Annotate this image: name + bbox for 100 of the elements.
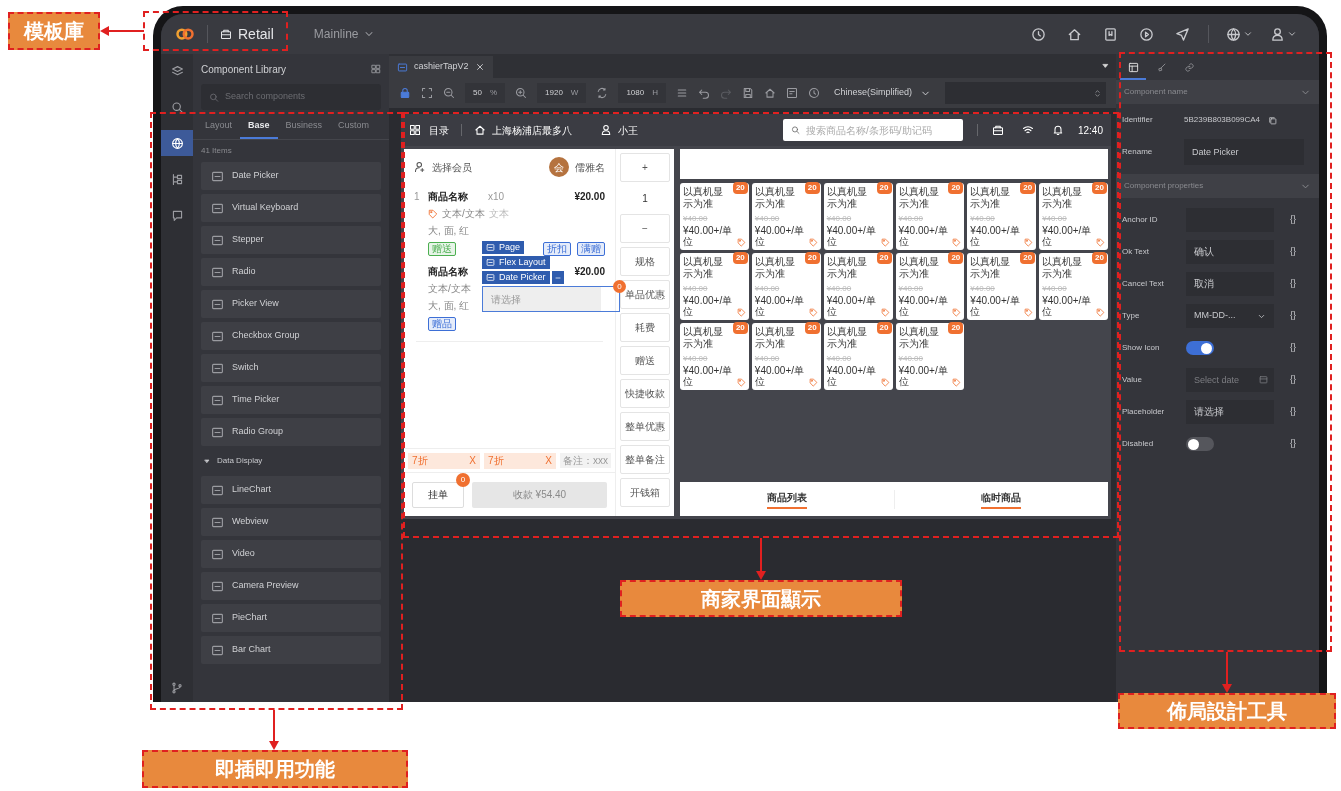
library-tab[interactable]: Custom [330,115,378,139]
component-item[interactable]: Switch [201,354,381,382]
align-button[interactable] [675,87,688,99]
action-button[interactable]: 耗费 [620,313,670,342]
toggle-switch[interactable] [1186,437,1214,451]
export-button[interactable] [785,87,798,99]
editor-tab[interactable]: cashierTapV2 [389,56,493,78]
product-card[interactable]: 以真机显示为准 20 ¥40.00 ¥40.00+/单位 [895,183,965,250]
component-item[interactable]: Webview [201,508,381,536]
component-item[interactable]: Picker View [201,290,381,318]
component-item[interactable]: Radio Group [201,418,381,446]
component-item[interactable]: PieChart [201,604,381,632]
rename-field[interactable]: Date Picker [1184,139,1304,165]
component-item[interactable]: Time Picker [201,386,381,414]
action-button[interactable]: 规格 [620,247,670,276]
branch-button[interactable] [171,682,183,694]
home-button[interactable] [763,87,776,99]
project-button[interactable]: Retail [220,23,274,45]
component-tab[interactable] [161,130,193,156]
fit-screen-button[interactable] [421,87,433,99]
zoom-field[interactable]: 50 % [465,83,506,103]
breadcrumb-item[interactable]: Date Picker [482,271,550,284]
breadcrumb-item[interactable]: Page [482,241,525,254]
action-button[interactable]: 整单优惠 [620,412,670,441]
text-field[interactable]: 取消 [1186,272,1274,296]
component-item[interactable]: LineChart [201,476,381,504]
field-label: Show Icon [1122,342,1161,354]
library-tab[interactable]: Base [240,115,278,139]
rotate-button[interactable] [596,87,609,99]
product-card[interactable]: 以真机显示为准 20 ¥40.00 ¥40.00+/单位 [751,183,821,250]
language-dropdown[interactable]: Chinese(Simplified) [829,86,935,100]
component-item[interactable]: Bar Chart [201,636,381,664]
zoom-out-button[interactable] [443,87,455,99]
binding-button[interactable]: {} [1290,405,1296,419]
library-tab[interactable]: Business [277,115,331,139]
search-input[interactable]: 搜索商品名称/条形码/助记码 [806,122,955,138]
product-card[interactable]: 以真机显示为准 20 ¥40.00 ¥40.00+/单位 [680,323,749,390]
store-button[interactable]: 上海杨浦店最多八 [474,122,572,138]
binding-button[interactable]: {} [1290,309,1296,323]
action-button[interactable]: 整单备注 [620,445,670,474]
library-tab[interactable]: Layout [197,115,241,139]
binding-button[interactable]: {} [1290,213,1296,227]
product-card[interactable]: 以真机显示为准 20 ¥40.00 ¥40.00+/单位 [895,253,965,320]
text-field[interactable]: 确认 [1186,240,1274,264]
product-search-field[interactable]: 搜索商品名称/条形码/助记码 [782,119,963,141]
product-card[interactable]: 以真机显示为准 20 ¥40.00 ¥40.00+/单位 [823,323,893,390]
action-button[interactable]: 开钱箱 [620,478,670,507]
branch-dropdown[interactable]: Mainline [313,25,375,43]
component-item[interactable]: Stepper [201,226,381,254]
history-button[interactable] [807,87,820,99]
product-card[interactable]: 以真机显示为准 20 ¥40.00 ¥40.00+/单位 [1039,253,1108,320]
binding-button[interactable]: {} [1290,373,1296,387]
group-header[interactable]: Data Display [201,450,381,472]
product-card[interactable]: 以真机显示为准 20 ¥40.00 ¥40.00+/单位 [967,253,1037,320]
more-button[interactable] [551,271,564,284]
notification-button[interactable] [1051,124,1064,136]
binding-button[interactable]: {} [1290,341,1296,355]
component-item[interactable]: Camera Preview [201,572,381,600]
type-dropdown[interactable]: MM-DD-... [1186,304,1274,328]
component-item[interactable]: Radio [201,258,381,286]
undo-button[interactable] [697,87,710,99]
date-picker-field[interactable]: 请选择 [483,287,601,311]
save-button[interactable] [741,87,754,99]
close-icon[interactable] [474,62,485,72]
binding-button[interactable]: {} [1290,245,1296,259]
action-button[interactable]: − [620,214,670,243]
product-card[interactable]: 以真机显示为准 20 ¥40.00 ¥40.00+/单位 [823,253,893,320]
action-button[interactable]: 快捷收款 [620,379,670,408]
product-card[interactable]: 以真机显示为准 20 ¥40.00 ¥40.00+/单位 [1039,183,1108,250]
list-tab[interactable]: 临时商品 [981,489,1022,509]
binding-button[interactable]: {} [1290,437,1296,451]
binding-button[interactable]: {} [1290,277,1296,291]
user-button[interactable]: 小王 [600,122,638,138]
product-card[interactable]: 以真机显示为准 20 ¥40.00 ¥40.00+/单位 [967,183,1037,250]
component-item[interactable]: Virtual Keyboard [201,194,381,222]
product-card[interactable]: 以真机显示为准 20 ¥40.00 ¥40.00+/单位 [751,323,821,390]
text-field[interactable]: 请选择 [1186,400,1274,424]
width-field[interactable]: 1920 W [537,83,587,103]
copy-button[interactable] [1268,115,1278,125]
cashbox-button[interactable] [991,124,1004,136]
component-item[interactable]: Checkbox Group [201,322,381,350]
product-card[interactable]: 以真机显示为准 20 ¥40.00 ¥40.00+/单位 [751,253,821,320]
toggle-switch[interactable] [1186,341,1214,355]
product-card[interactable]: 以真机显示为准 20 ¥40.00 ¥40.00+/单位 [680,253,749,320]
breadcrumb-item[interactable]: Flex Layout [482,256,550,269]
component-item[interactable]: Date Picker [201,162,381,190]
action-button[interactable]: 赠送 [620,346,670,375]
product-card[interactable]: 以真机显示为准 20 ¥40.00 ¥40.00+/单位 [895,323,965,390]
list-tab[interactable]: 商品列表 [766,489,807,509]
grid-icon[interactable] [371,64,381,74]
height-field[interactable]: 1080 H [618,83,666,103]
zoom-in-button[interactable] [515,87,528,99]
date-field[interactable]: Select date [1186,368,1274,392]
select-member-button[interactable]: 选择会员 [414,159,472,175]
action-button[interactable]: + [620,153,670,182]
component-item[interactable]: Video [201,540,381,568]
product-card[interactable]: 以真机显示为准 20 ¥40.00 ¥40.00+/单位 [680,183,749,250]
lock-button[interactable] [399,87,411,99]
menu-button[interactable]: 目录 [409,122,449,138]
product-card[interactable]: 以真机显示为准 20 ¥40.00 ¥40.00+/单位 [823,183,893,250]
